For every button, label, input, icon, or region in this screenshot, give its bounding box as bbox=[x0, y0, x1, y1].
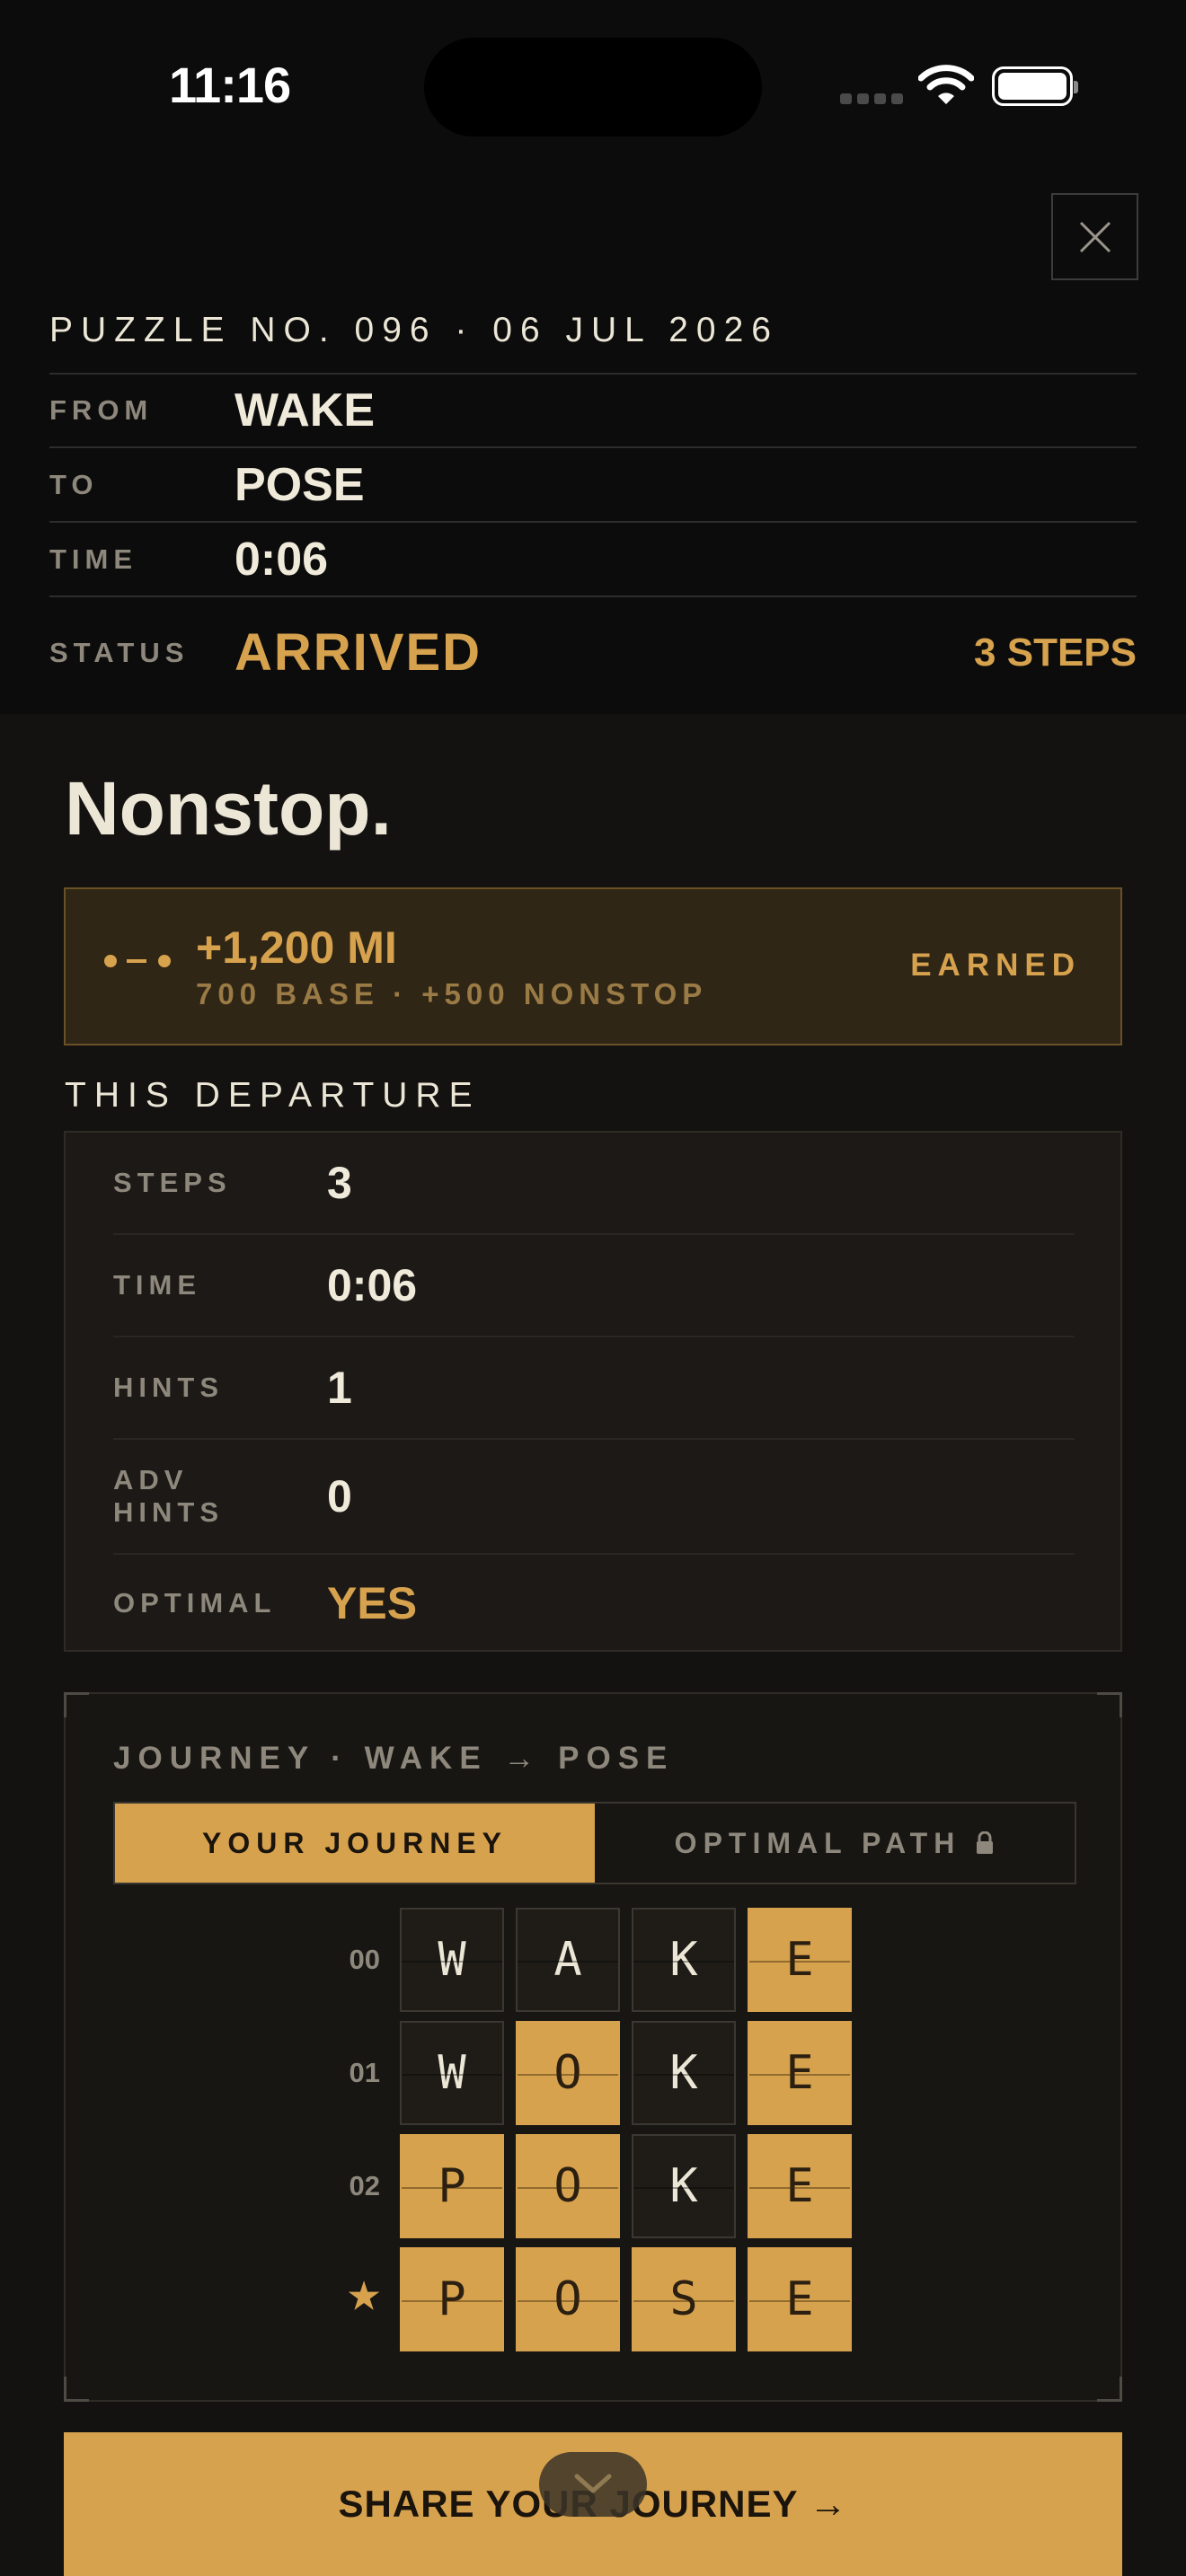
close-icon bbox=[1079, 221, 1111, 252]
letter-tile: O bbox=[516, 2134, 620, 2238]
ladder-row: 00 W A K E bbox=[66, 1908, 1120, 2012]
stat-value: 1 bbox=[327, 1363, 352, 1413]
journey-tabs: YOUR JOURNEY OPTIMAL PATH bbox=[113, 1802, 1076, 1884]
time-row: TIME 0:06 bbox=[49, 521, 1137, 595]
to-row: TO POSE bbox=[49, 446, 1137, 521]
row-index: 01 bbox=[349, 2057, 380, 2088]
row-index: 02 bbox=[349, 2170, 380, 2201]
departure-title: THIS DEPARTURE bbox=[65, 1076, 481, 1115]
letter-tile: E bbox=[748, 2247, 852, 2351]
result-headline: Nonstop. bbox=[65, 766, 392, 851]
letter-tile: A bbox=[516, 1908, 620, 2012]
ladder-row: 01 W O K E bbox=[66, 2021, 1120, 2125]
corner-mark bbox=[64, 1692, 89, 1717]
status-bar: 11:16 bbox=[0, 0, 1186, 171]
corner-mark bbox=[1097, 1692, 1122, 1717]
journey-card: JOURNEY · WAKE → POSE YOUR JOURNEY OPTIM… bbox=[64, 1692, 1122, 2402]
ladder-row-final: ★ P O S E bbox=[66, 2247, 1120, 2351]
tab-optimal-path[interactable]: OPTIMAL PATH bbox=[595, 1804, 1075, 1883]
letter-tile: E bbox=[748, 2021, 852, 2125]
stat-label: ADV HINTS bbox=[113, 1464, 224, 1528]
collapse-sheet-button[interactable] bbox=[539, 2452, 647, 2517]
stat-value: YES bbox=[327, 1578, 418, 1628]
corner-mark bbox=[1097, 2377, 1122, 2402]
ticket-header: PUZZLE NO. 096 · 06 JUL 2026 FROM WAKE T… bbox=[0, 171, 1186, 714]
letter-tile: K bbox=[632, 1908, 736, 2012]
ladder-row: 02 P O K E bbox=[66, 2134, 1120, 2238]
clock: 11:16 bbox=[169, 57, 291, 113]
letter-tile: S bbox=[632, 2247, 736, 2351]
letter-tile: E bbox=[748, 1908, 852, 2012]
letter-tile: W bbox=[400, 2021, 504, 2125]
from-label: FROM bbox=[49, 394, 154, 426]
earned-banner: +1,200 MI 700 BASE · +500 NONSTOP EARNED bbox=[64, 887, 1122, 1045]
stat-row-time: TIME 0:06 bbox=[113, 1235, 1075, 1336]
journey-title: JOURNEY · WAKE → POSE bbox=[113, 1741, 675, 1776]
time-value: 0:06 bbox=[235, 533, 329, 586]
time-label: TIME bbox=[49, 543, 138, 575]
status-row: STATUS ARRIVED 3 STEPS bbox=[49, 595, 1137, 708]
stat-row-steps: STEPS 3 bbox=[113, 1133, 1075, 1233]
puzzle-title: PUZZLE NO. 096 · 06 JUL 2026 bbox=[49, 311, 779, 349]
from-value: WAKE bbox=[235, 384, 375, 437]
status-label: STATUS bbox=[49, 636, 190, 668]
cellular-icon bbox=[840, 93, 903, 104]
stat-row-adv-hints: ADV HINTS 0 bbox=[113, 1440, 1075, 1553]
stat-value: 0:06 bbox=[327, 1260, 418, 1310]
stat-label: OPTIMAL bbox=[113, 1587, 277, 1619]
letter-tile: O bbox=[516, 2247, 620, 2351]
stat-label: TIME bbox=[113, 1269, 202, 1301]
battery-icon bbox=[992, 66, 1078, 106]
from-row: FROM WAKE bbox=[49, 373, 1137, 446]
row-index: 00 bbox=[349, 1944, 380, 1975]
status-value: ARRIVED bbox=[235, 623, 482, 682]
tab-label: OPTIMAL PATH bbox=[674, 1826, 961, 1859]
departure-stats: STEPS 3 TIME 0:06 HINTS 1 ADV HINTS 0 OP… bbox=[64, 1131, 1122, 1652]
letter-tile: P bbox=[400, 2247, 504, 2351]
route-icon bbox=[104, 955, 171, 967]
tab-your-journey[interactable]: YOUR JOURNEY bbox=[115, 1804, 595, 1883]
stat-row-optimal: OPTIMAL YES bbox=[113, 1555, 1075, 1652]
earned-miles: +1,200 MI bbox=[196, 922, 397, 973]
dynamic-island bbox=[424, 38, 762, 137]
tab-label: YOUR JOURNEY bbox=[201, 1826, 509, 1859]
to-label: TO bbox=[49, 468, 99, 500]
letter-tile: O bbox=[516, 2021, 620, 2125]
star-icon: ★ bbox=[348, 2277, 380, 2316]
steps-count: 3 STEPS bbox=[974, 630, 1137, 675]
letter-tile: K bbox=[632, 2021, 736, 2125]
stat-value: 0 bbox=[327, 1471, 352, 1522]
letter-tile: W bbox=[400, 1908, 504, 2012]
letter-tile: E bbox=[748, 2134, 852, 2238]
wifi-icon bbox=[917, 65, 975, 110]
stat-label: HINTS bbox=[113, 1372, 224, 1403]
stat-row-hints: HINTS 1 bbox=[113, 1337, 1075, 1438]
letter-tile: P bbox=[400, 2134, 504, 2238]
to-value: POSE bbox=[235, 458, 365, 511]
letter-tile: K bbox=[632, 2134, 736, 2238]
earned-detail: 700 BASE · +500 NONSTOP bbox=[196, 977, 708, 1010]
chevron-down-icon bbox=[574, 2474, 612, 2493]
earned-tag: EARNED bbox=[910, 948, 1081, 983]
stat-label: STEPS bbox=[113, 1167, 232, 1198]
corner-mark bbox=[64, 2377, 89, 2402]
lock-icon bbox=[977, 1831, 994, 1854]
close-button[interactable] bbox=[1051, 193, 1138, 280]
stat-value: 3 bbox=[327, 1158, 352, 1208]
